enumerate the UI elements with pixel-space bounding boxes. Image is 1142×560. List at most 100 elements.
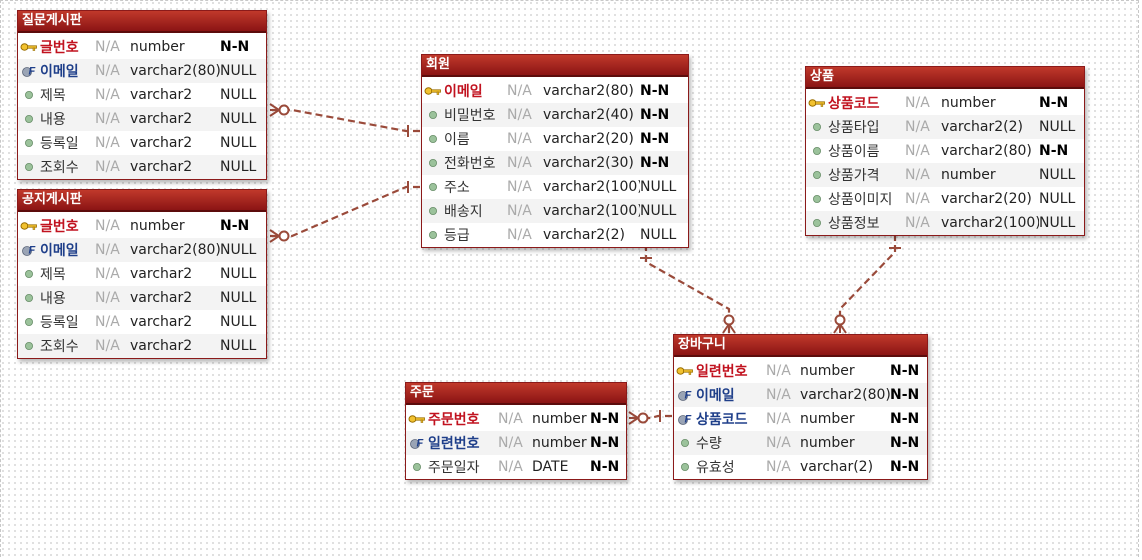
column-name: 상품이름 (828, 144, 880, 160)
column-na: N/A (95, 338, 120, 354)
column-dot-icon (422, 110, 444, 120)
column-row[interactable]: 제목 N/A varchar2 NULL (18, 262, 266, 286)
column-row[interactable]: 이름 N/A varchar2(20) N-N (422, 127, 688, 151)
column-nullability: NULL (640, 203, 677, 219)
relationship-product-cart[interactable] (838, 234, 897, 333)
column-row[interactable]: 제목 N/A varchar2 NULL (18, 83, 266, 107)
column-nullability: N-N (590, 411, 620, 427)
column-na: N/A (905, 167, 930, 183)
column-type: number (800, 435, 855, 451)
column-na: N/A (507, 83, 532, 99)
column-row[interactable]: 주소 N/A varchar2(100) NULL (422, 175, 688, 199)
column-row[interactable]: 상품정보 N/A varchar2(100) NULL (806, 211, 1084, 235)
column-row[interactable]: 배송지 N/A varchar2(100) NULL (422, 199, 688, 223)
column-dot-icon (806, 122, 828, 132)
column-row[interactable]: F 상품코드 N/A number N-N (674, 407, 927, 431)
column-row[interactable]: 조회수 N/A varchar2 NULL (18, 155, 266, 179)
column-row[interactable]: 유효성 N/A varchar(2) N-N (674, 455, 927, 479)
column-row[interactable]: 주문일자 N/A DATE N-N (406, 455, 626, 479)
column-dot-icon (18, 138, 40, 148)
column-row[interactable]: 상품이름 N/A varchar2(80) N-N (806, 139, 1084, 163)
column-row[interactable]: 내용 N/A varchar2 NULL (18, 286, 266, 310)
column-nullability: N-N (1039, 95, 1069, 111)
column-dot-icon (674, 462, 696, 472)
column-na: N/A (507, 131, 532, 147)
column-na: N/A (507, 203, 532, 219)
column-dot-icon (806, 218, 828, 228)
svg-text:F: F (29, 66, 36, 78)
column-row[interactable]: 글번호 N/A number N-N (18, 35, 266, 59)
column-name: 등록일 (40, 315, 79, 331)
column-row[interactable]: 비밀번호 N/A varchar2(40) N-N (422, 103, 688, 127)
entity-cart[interactable]: 장바구니 일련번호 N/A number N-N F 이메일 N/A varchar2(80) N… (673, 334, 928, 480)
column-type: varchar2(20) (543, 131, 634, 147)
column-nullability: NULL (220, 290, 257, 306)
entity-title[interactable]: 주문 (406, 383, 626, 405)
column-na: N/A (905, 119, 930, 135)
column-nullability: NULL (220, 314, 257, 330)
column-row[interactable]: 글번호 N/A number N-N (18, 214, 266, 238)
column-row[interactable]: 상품타입 N/A varchar2(2) NULL (806, 115, 1084, 139)
column-row[interactable]: 이메일 N/A varchar2(80) N-N (422, 79, 688, 103)
column-type: varchar2(80) (543, 83, 634, 99)
column-row[interactable]: F 이메일 N/A varchar2(80) NULL (18, 238, 266, 262)
column-row[interactable]: 조회수 N/A varchar2 NULL (18, 334, 266, 358)
column-row[interactable]: 전화번호 N/A varchar2(30) N-N (422, 151, 688, 175)
column-na: N/A (95, 266, 120, 282)
entity-notice[interactable]: 공지게시판 글번호 N/A number N-N F 이메일 N/A varchar2(80) N… (17, 189, 267, 359)
column-type: varchar2 (130, 135, 193, 151)
column-type: varchar2(80) (130, 242, 220, 258)
entity-title[interactable]: 상품 (806, 67, 1084, 89)
column-row[interactable]: 등급 N/A varchar2(2) NULL (422, 223, 688, 247)
column-row[interactable]: 주문번호 N/A number N-N (406, 407, 626, 431)
entity-product[interactable]: 상품 상품코드 N/A number N-N 상품타입 N/A varchar2(2) NULL… (805, 66, 1085, 236)
column-na: N/A (95, 242, 120, 258)
column-dot-icon (806, 146, 828, 156)
entity-member[interactable]: 회원이메일 N/A varchar2(80) N-N 비밀번호 N/A varchar2(4… (421, 54, 689, 248)
column-row[interactable]: 상품코드 N/A number N-N (806, 91, 1084, 115)
column-row[interactable]: 상품이미지 N/A varchar2(20) NULL (806, 187, 1084, 211)
column-row[interactable]: F 이메일 N/A varchar2(80) N-N (674, 383, 927, 407)
entity-title[interactable]: 회원 (422, 55, 688, 77)
column-nullability: N-N (640, 83, 670, 99)
column-row[interactable]: 내용 N/A varchar2 NULL (18, 107, 266, 131)
entity-order[interactable]: 주문 주문번호 N/A number N-N F 일련번호 N/A number N-N 주문일자 N… (405, 382, 627, 480)
column-nullability: NULL (220, 63, 257, 79)
many-optional-cardinality-mark (269, 229, 290, 243)
column-row[interactable]: 상품가격 N/A number NULL (806, 163, 1084, 187)
entity-title[interactable]: 장바구니 (674, 335, 927, 357)
column-name: 등록일 (40, 136, 79, 152)
column-nullability: NULL (640, 227, 677, 243)
column-dot-icon (18, 114, 40, 124)
column-row[interactable]: 수량 N/A number N-N (674, 431, 927, 455)
column-type: varchar2 (130, 159, 193, 175)
column-row[interactable]: 등록일 N/A varchar2 NULL (18, 131, 266, 155)
column-type: varchar2 (130, 338, 193, 354)
column-na: N/A (766, 411, 791, 427)
entity-title[interactable]: 질문게시판 (18, 11, 266, 33)
column-nullability: N-N (590, 435, 620, 451)
entity-qna[interactable]: 질문게시판 글번호 N/A number N-N F 이메일 N/A varchar2(80) N… (17, 10, 267, 180)
column-na: N/A (766, 435, 791, 451)
foreign-key-icon: F (18, 64, 40, 78)
column-na: N/A (507, 107, 532, 123)
entity-title[interactable]: 공지게시판 (18, 190, 266, 212)
column-type: number (130, 39, 185, 55)
column-row[interactable]: 등록일 N/A varchar2 NULL (18, 310, 266, 334)
column-nullability: NULL (220, 242, 257, 258)
column-type: varchar2(80) (130, 63, 220, 79)
column-row[interactable]: 일련번호 N/A number N-N (674, 359, 927, 383)
column-row[interactable]: F 이메일 N/A varchar2(80) NULL (18, 59, 266, 83)
relationship-member-notice[interactable] (270, 185, 420, 238)
column-type: varchar2 (130, 266, 193, 282)
relationship-member-cart[interactable] (644, 244, 731, 333)
column-name: 이메일 (444, 84, 483, 100)
column-na: N/A (95, 159, 120, 175)
column-name: 일련번호 (428, 436, 480, 452)
column-nullability: NULL (220, 87, 257, 103)
foreign-key-icon: F (18, 243, 40, 257)
column-row[interactable]: F 일련번호 N/A number N-N (406, 431, 626, 455)
relationship-member-qna[interactable] (270, 108, 420, 133)
column-dot-icon (422, 230, 444, 240)
column-name: 상품코드 (828, 96, 880, 112)
